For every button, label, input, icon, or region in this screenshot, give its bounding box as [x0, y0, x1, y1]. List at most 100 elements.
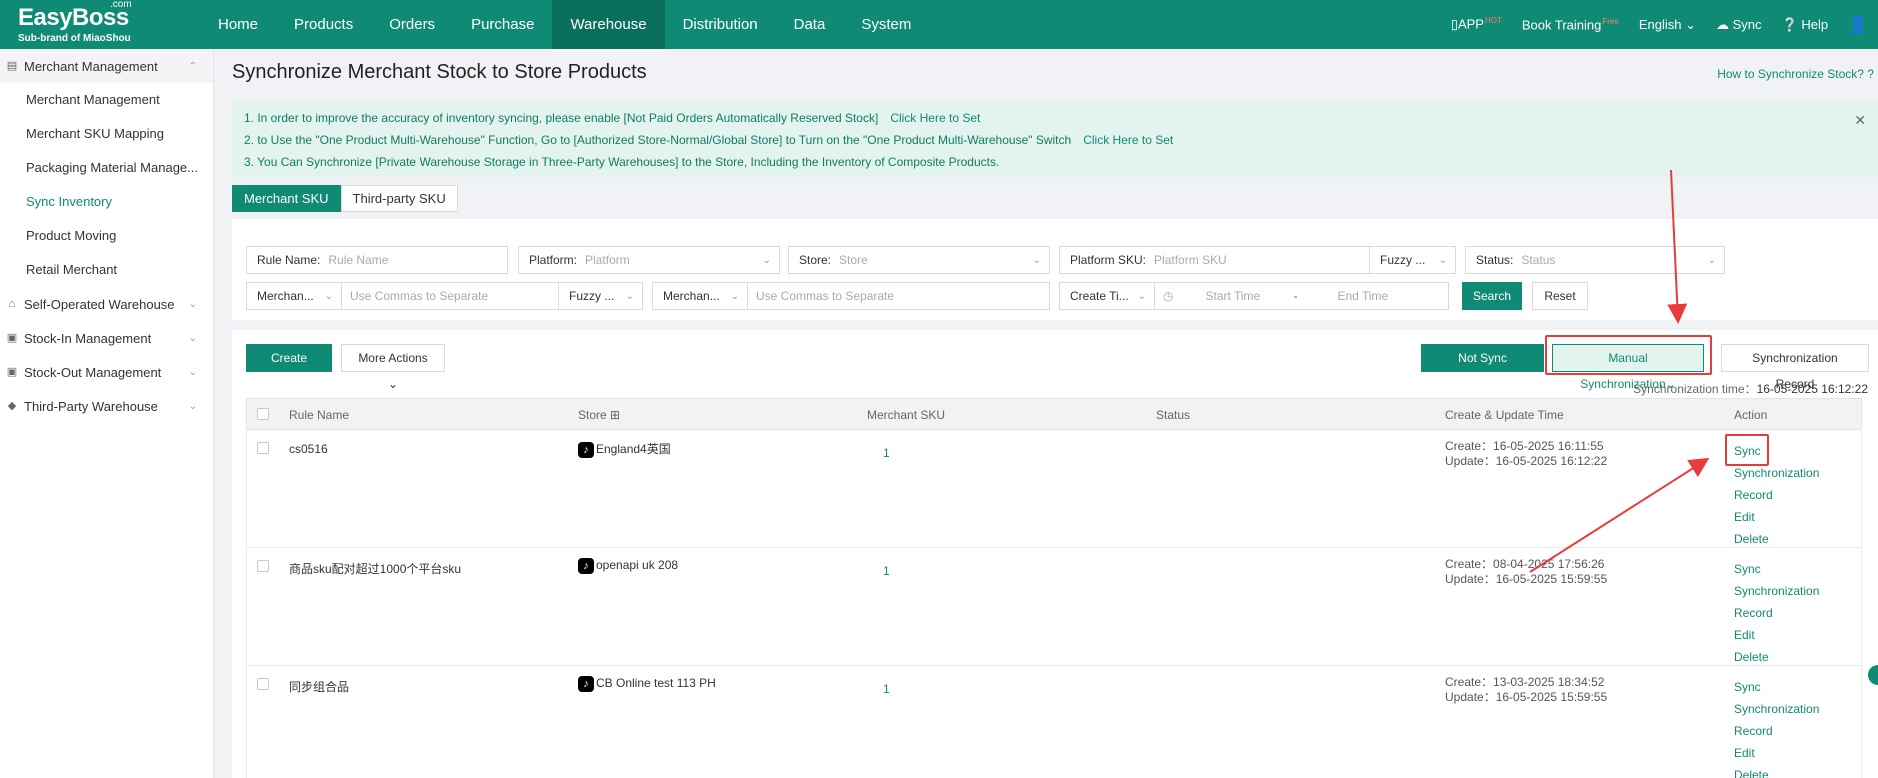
nav-products[interactable]: Products	[276, 0, 371, 49]
app-link[interactable]: ▯APPHOT	[1451, 16, 1502, 32]
logo[interactable]: EasyBoss .com Sub-brand of MiaoShou	[0, 0, 200, 44]
sync-time-label: Synchronization time：	[1633, 382, 1757, 396]
expand-icon[interactable]: ⊞	[610, 408, 620, 422]
sidebar-item-merchant-management[interactable]: Merchant Management	[0, 83, 213, 117]
phone-icon: ▯	[1450, 16, 1458, 32]
clock-icon: ◷	[1163, 289, 1174, 303]
start-time-input[interactable]: Start Time	[1173, 289, 1293, 303]
rule-name-input[interactable]: Rule Name	[320, 253, 388, 267]
not-sync-inventory-button[interactable]: Not Sync Inventory	[1421, 344, 1544, 391]
help-link[interactable]: ❔ Help	[1782, 17, 1829, 33]
sync-record-action[interactable]: Synchronization Record	[1734, 698, 1861, 742]
merchant-sku-mode-select[interactable]: Fuzzy ...	[559, 289, 614, 303]
merchant-second-field[interactable]: Merchan... ⌄ Use Commas to Separate	[652, 282, 1050, 310]
store-name: England4英国	[596, 442, 671, 456]
store-cell: ♪ CB Online test 113 PH	[578, 676, 716, 692]
nav-orders[interactable]: Orders	[371, 0, 453, 49]
nav-system[interactable]: System	[843, 0, 929, 49]
app-label: APP	[1457, 16, 1484, 32]
sidebar-item-merchant-sku-mapping[interactable]: Merchant SKU Mapping	[0, 117, 213, 151]
notice-text: 3. You Can Synchronize [Private Warehous…	[244, 155, 1000, 169]
header-store: Store ⊞	[578, 408, 620, 422]
merchant-sku-input[interactable]: Use Commas to Separate	[342, 283, 559, 309]
sidebar-group-stock-out[interactable]: ▣ Stock-Out Management ⌄	[0, 355, 213, 389]
click-here-to-set-link[interactable]: Click Here to Set	[890, 111, 980, 125]
more-actions-dropdown[interactable]: More Actions ⌄	[341, 344, 445, 391]
sidebar-group-merchant-management[interactable]: ▤ Merchant Management ⌃	[0, 49, 213, 83]
edit-action[interactable]: Edit	[1734, 742, 1861, 764]
row-checkbox[interactable]	[257, 678, 269, 690]
chevron-down-icon: ⌄	[1438, 254, 1447, 266]
platform-select[interactable]: Platform: Platform ⌄	[518, 246, 780, 274]
edit-action[interactable]: Edit	[1734, 624, 1861, 646]
delete-action[interactable]: Delete	[1734, 646, 1861, 668]
merchant-sku-count[interactable]: 1	[883, 564, 890, 578]
reset-button[interactable]: Reset	[1532, 282, 1588, 310]
merchant-sku-count[interactable]: 1	[883, 446, 890, 460]
sync-record-action[interactable]: Synchronization Record	[1734, 580, 1861, 624]
time-range-field[interactable]: Create Ti... ⌄ ◷ Start Time - End Time	[1059, 282, 1449, 310]
user-icon[interactable]: 👤	[1848, 15, 1868, 35]
synchronization-record-button[interactable]: Synchronization Record	[1721, 344, 1869, 391]
nav-distribution[interactable]: Distribution	[665, 0, 776, 49]
sidebar-group-stock-in[interactable]: ▣ Stock-In Management ⌄	[0, 321, 213, 355]
nav-warehouse[interactable]: Warehouse	[552, 0, 665, 49]
sync-record-action[interactable]: Synchronization Record	[1734, 462, 1861, 506]
row-checkbox[interactable]	[257, 442, 269, 454]
update-label: Update：	[1445, 690, 1496, 704]
sync-action[interactable]: Sync	[1734, 558, 1861, 580]
chevron-down-icon: ⌄	[324, 290, 333, 302]
sidebar-group-label: Stock-In Management	[24, 330, 152, 346]
close-icon[interactable]: ✕	[1854, 109, 1866, 131]
logo-com: .com	[110, 0, 132, 10]
sidebar-group-self-operated-warehouse[interactable]: ⌂ Self-Operated Warehouse ⌄	[0, 287, 213, 321]
sync-link[interactable]: ☁ Sync	[1716, 17, 1762, 33]
create-rule-button[interactable]: Create Rule	[246, 344, 332, 391]
language-select[interactable]: English ⌄	[1639, 17, 1696, 33]
time-type-select[interactable]: Create Ti... ⌄	[1060, 283, 1155, 309]
merchant-second-input[interactable]: Use Commas to Separate	[748, 289, 894, 303]
tab-merchant-sku[interactable]: Merchant SKU	[232, 185, 341, 212]
rule-name-field[interactable]: Rule Name: Rule Name	[246, 246, 508, 274]
status-select[interactable]: Status: Status ⌄	[1465, 246, 1725, 274]
chevron-up-icon: ⌃	[188, 60, 197, 72]
row-checkbox[interactable]	[257, 560, 269, 572]
platform-sku-mode-select[interactable]: Fuzzy ...	[1370, 253, 1425, 267]
end-time-input[interactable]: End Time	[1297, 289, 1388, 303]
click-here-to-set-link[interactable]: Click Here to Set	[1083, 133, 1173, 147]
create-time: Create：16-05-2025 16:11:55	[1445, 439, 1607, 454]
store-select[interactable]: Store: Store ⌄	[788, 246, 1050, 274]
sync-annotation-box	[1725, 434, 1769, 466]
sidebar-group-label: Self-Operated Warehouse	[24, 296, 175, 312]
tiktok-icon: ♪	[578, 441, 594, 458]
page-title: Synchronize Merchant Stock to Store Prod…	[232, 61, 647, 83]
header-time: Create & Update Time	[1445, 408, 1564, 422]
sync-action[interactable]: Sync	[1734, 676, 1861, 698]
delete-action[interactable]: Delete	[1734, 764, 1861, 778]
delete-action[interactable]: Delete	[1734, 528, 1861, 550]
merchant-sku-count[interactable]: 1	[883, 682, 890, 696]
sidebar-item-sync-inventory[interactable]: Sync Inventory	[0, 185, 213, 219]
sidebar-item-packaging-material[interactable]: Packaging Material Manage...	[0, 151, 213, 185]
edit-action[interactable]: Edit	[1734, 506, 1861, 528]
select-all-checkbox[interactable]	[257, 408, 269, 420]
tab-third-party-sku[interactable]: Third-party SKU	[340, 185, 458, 212]
platform-sku-input[interactable]: Platform SKU	[1146, 253, 1227, 267]
merchant-second-type-select[interactable]: Merchan... ⌄	[653, 283, 748, 309]
how-to-sync-link[interactable]: How to Synchronize Stock? ?	[1717, 67, 1874, 81]
manual-sync-annotation-box	[1545, 335, 1712, 375]
sidebar-item-retail-merchant[interactable]: Retail Merchant	[0, 253, 213, 287]
sidebar-group-third-party-warehouse[interactable]: ◆ Third-Party Warehouse ⌄	[0, 389, 213, 423]
nav-home[interactable]: Home	[200, 0, 276, 49]
nav-data[interactable]: Data	[776, 0, 844, 49]
merchant-sku-field[interactable]: Merchan... ⌄ Use Commas to Separate Fuzz…	[246, 282, 643, 310]
merchant-type-select[interactable]: Merchan... ⌄	[247, 283, 342, 309]
book-training-link[interactable]: Book TrainingFree	[1522, 17, 1619, 32]
platform-sku-field[interactable]: Platform SKU: Platform SKU Fuzzy ... ⌄	[1059, 246, 1456, 274]
create-label: Create：	[1445, 439, 1494, 453]
action-cell: Sync Synchronization Record Edit Delete	[1734, 676, 1861, 778]
search-button[interactable]: Search	[1462, 282, 1522, 310]
nav-purchase[interactable]: Purchase	[453, 0, 552, 49]
platform-label: Platform:	[529, 253, 578, 267]
sidebar-item-product-moving[interactable]: Product Moving	[0, 219, 213, 253]
